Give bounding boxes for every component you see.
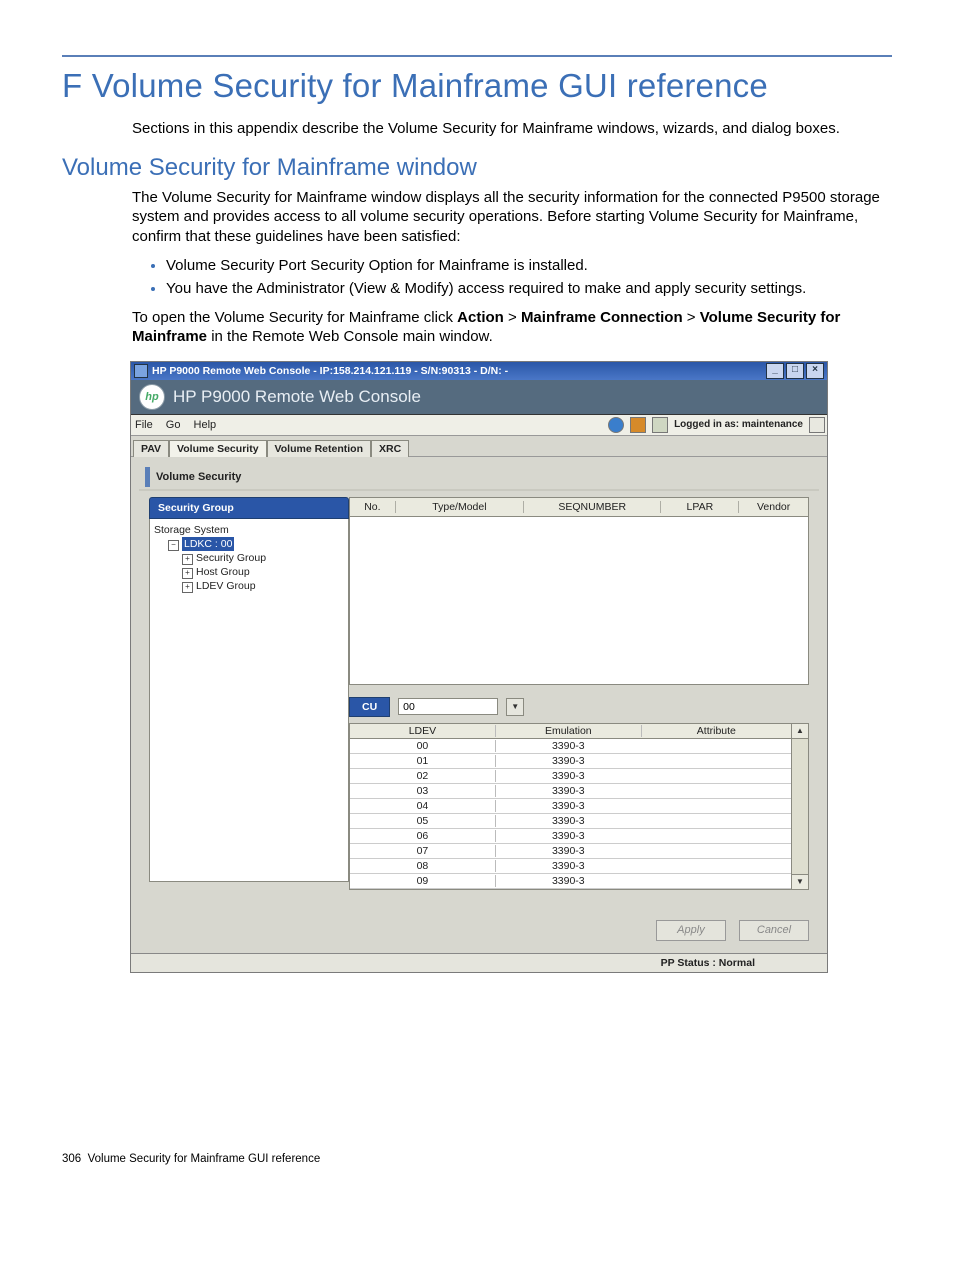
table-row[interactable]: 063390-3 xyxy=(350,829,791,844)
table-row[interactable]: 093390-3 xyxy=(350,874,791,889)
window-favicon xyxy=(134,364,148,378)
cu-label: CU xyxy=(349,697,390,717)
menu-file[interactable]: File xyxy=(135,419,153,431)
bullet-item: Volume Security Port Security Option for… xyxy=(166,256,892,275)
col-lpar[interactable]: LPAR xyxy=(661,501,739,513)
tree-view[interactable]: Storage System −LDKC : 00 +Security Grou… xyxy=(149,519,349,882)
section-paragraph-1: The Volume Security for Mainframe window… xyxy=(132,188,892,246)
alert-icon[interactable] xyxy=(630,417,646,433)
scroll-down-icon[interactable]: ▼ xyxy=(792,874,808,889)
apply-button[interactable]: Apply xyxy=(656,920,726,941)
tab-pav[interactable]: PAV xyxy=(133,440,169,457)
tree-node-ldev-group[interactable]: LDEV Group xyxy=(196,580,256,592)
status-icon[interactable] xyxy=(608,417,624,433)
tree-node-host-group[interactable]: Host Group xyxy=(196,566,250,578)
table-row[interactable]: 013390-3 xyxy=(350,754,791,769)
brand-bar: hp HP P9000 Remote Web Console xyxy=(131,380,827,415)
expand-icon[interactable]: + xyxy=(182,554,193,565)
window-titlebar: HP P9000 Remote Web Console - IP:158.214… xyxy=(131,362,827,380)
table-row[interactable]: 073390-3 xyxy=(350,844,791,859)
scroll-track[interactable] xyxy=(792,739,808,874)
page-title: F Volume Security for Mainframe GUI refe… xyxy=(62,67,892,105)
expand-icon[interactable]: + xyxy=(182,582,193,593)
ldev-grid[interactable]: LDEV Emulation Attribute 003390-3013390-… xyxy=(349,723,792,890)
col-ldev[interactable]: LDEV xyxy=(350,725,495,737)
minimize-button[interactable]: _ xyxy=(766,363,784,379)
tree-node-security-group[interactable]: Security Group xyxy=(196,552,266,564)
dock-icon[interactable] xyxy=(809,417,825,433)
page-footer: 306 Volume Security for Mainframe GUI re… xyxy=(62,1153,892,1165)
tab-volume-retention[interactable]: Volume Retention xyxy=(267,440,371,457)
section-heading: Volume Security for Mainframe window xyxy=(62,154,892,182)
menu-help[interactable]: Help xyxy=(194,419,217,431)
panel-title: Volume Security xyxy=(145,467,819,487)
intro-paragraph: Sections in this appendix describe the V… xyxy=(132,119,892,138)
cu-input[interactable] xyxy=(398,698,498,715)
table-row[interactable]: 053390-3 xyxy=(350,814,791,829)
collapse-icon[interactable]: − xyxy=(168,540,179,551)
col-no[interactable]: No. xyxy=(350,501,396,513)
edit-icon[interactable] xyxy=(652,417,668,433)
table-row[interactable]: 043390-3 xyxy=(350,799,791,814)
table-row[interactable]: 023390-3 xyxy=(350,769,791,784)
col-seqnumber[interactable]: SEQNUMBER xyxy=(524,501,661,513)
bullet-item: You have the Administrator (View & Modif… xyxy=(166,279,892,298)
col-typemodel[interactable]: Type/Model xyxy=(396,501,524,513)
col-vendor[interactable]: Vendor xyxy=(739,501,808,513)
tree-node-ldkc[interactable]: LDKC : 00 xyxy=(182,537,234,551)
tab-volume-security[interactable]: Volume Security xyxy=(169,440,267,457)
close-button[interactable]: × xyxy=(806,363,824,379)
col-attribute[interactable]: Attribute xyxy=(641,725,791,737)
cancel-button[interactable]: Cancel xyxy=(739,920,809,941)
logged-in-text: Logged in as: maintenance xyxy=(674,419,803,430)
status-text: PP Status : Normal xyxy=(661,957,755,969)
brand-text: HP P9000 Remote Web Console xyxy=(173,387,421,407)
scrollbar[interactable]: ▲ ▼ xyxy=(792,723,809,890)
table-row[interactable]: 033390-3 xyxy=(350,784,791,799)
maximize-button[interactable]: □ xyxy=(786,363,804,379)
upper-grid-body[interactable] xyxy=(349,517,809,685)
table-row[interactable]: 083390-3 xyxy=(350,859,791,874)
cu-dropdown-button[interactable]: ▼ xyxy=(506,698,524,716)
col-emulation[interactable]: Emulation xyxy=(495,725,641,737)
table-row[interactable]: 003390-3 xyxy=(350,739,791,754)
hp-logo-icon: hp xyxy=(139,384,165,410)
section-paragraph-2: To open the Volume Security for Mainfram… xyxy=(132,308,892,346)
expand-icon[interactable]: + xyxy=(182,568,193,579)
application-window: HP P9000 Remote Web Console - IP:158.214… xyxy=(130,361,828,973)
tab-xrc[interactable]: XRC xyxy=(371,440,409,457)
left-tab-security-group[interactable]: Security Group xyxy=(149,497,349,519)
window-title: HP P9000 Remote Web Console - IP:158.214… xyxy=(152,365,508,377)
upper-grid-header: No. Type/Model SEQNUMBER LPAR Vendor xyxy=(349,497,809,517)
tree-root[interactable]: Storage System xyxy=(154,523,344,537)
scroll-up-icon[interactable]: ▲ xyxy=(792,724,808,739)
menu-go[interactable]: Go xyxy=(166,419,181,431)
